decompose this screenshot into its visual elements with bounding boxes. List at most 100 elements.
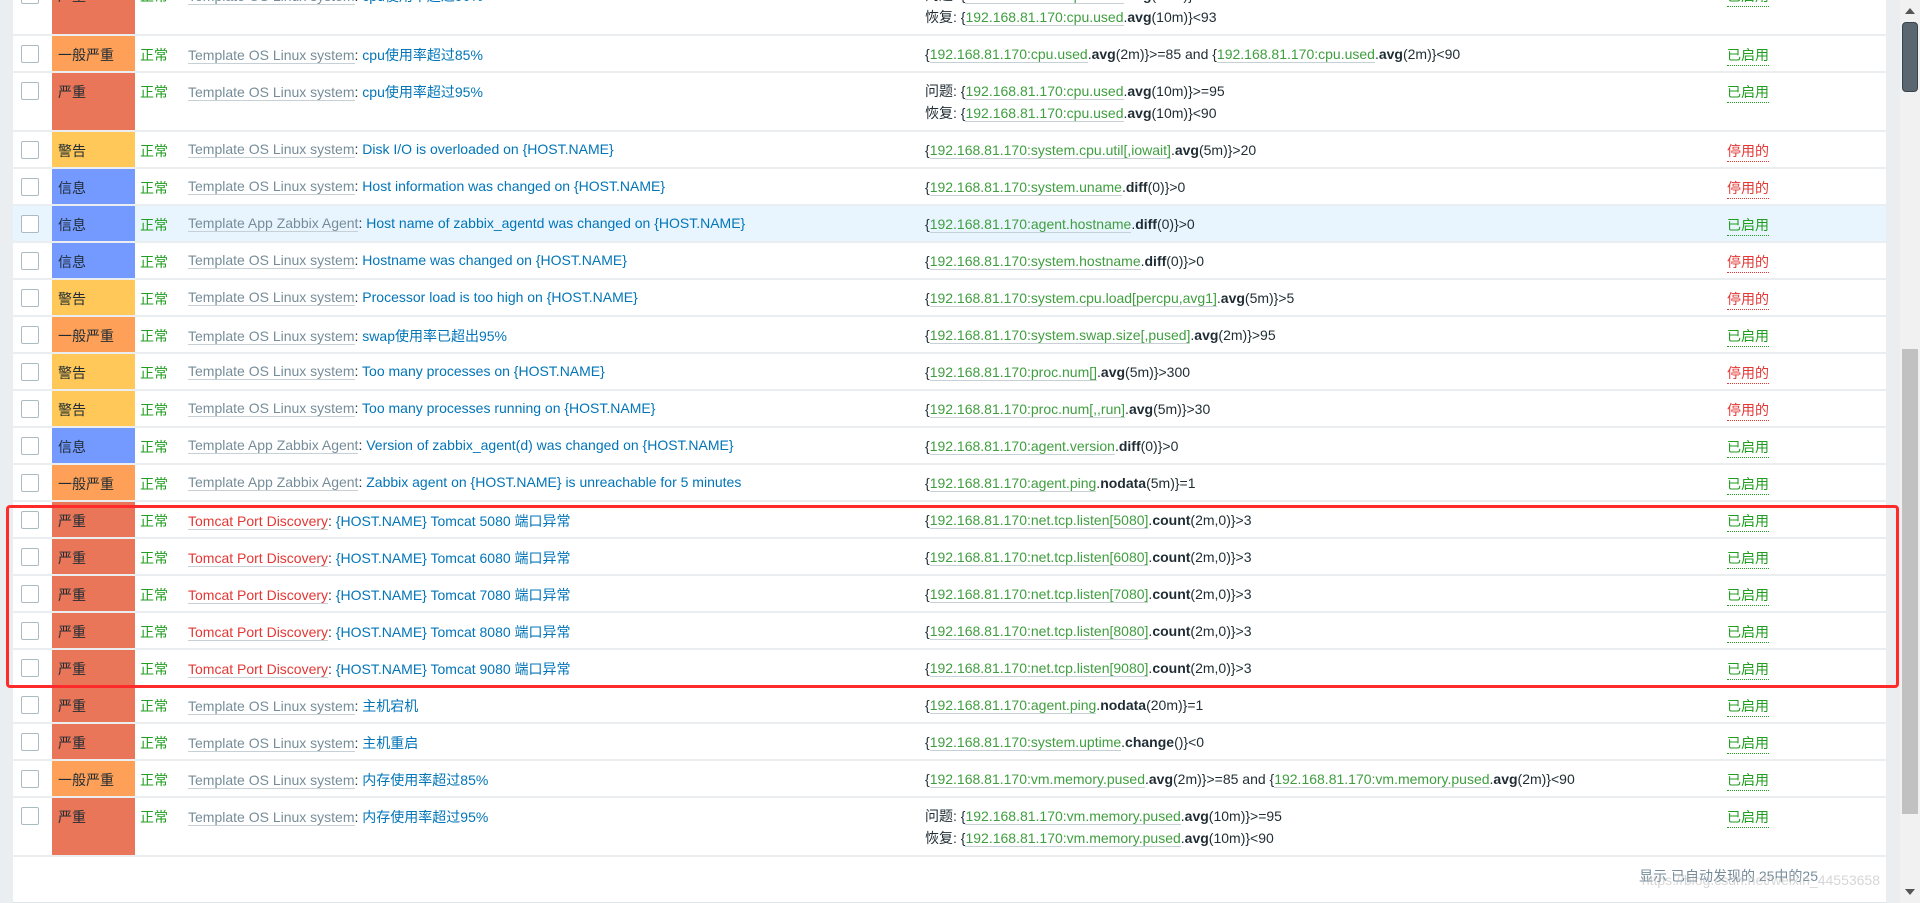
trigger-link[interactable]: {HOST.NAME} Tomcat 9080 端口异常 <box>336 661 571 677</box>
row-checkbox[interactable] <box>21 215 39 233</box>
trigger-link[interactable]: cpu使用率超过95% <box>362 84 483 100</box>
row-checkbox[interactable] <box>21 178 39 196</box>
template-link[interactable]: Template OS Linux system <box>188 363 355 380</box>
trigger-link[interactable]: Zabbix agent on {HOST.NAME} is unreachab… <box>366 474 741 490</box>
template-link[interactable]: Template OS Linux system <box>188 0 355 5</box>
status-toggle[interactable]: 已启用 <box>1727 45 1769 66</box>
template-link[interactable]: Template App Zabbix Agent <box>188 437 359 454</box>
trigger-link[interactable]: Version of zabbix_agent(d) was changed o… <box>366 437 733 453</box>
trigger-link[interactable]: {HOST.NAME} Tomcat 7080 端口异常 <box>336 587 571 603</box>
trigger-link[interactable]: Host name of zabbix_agentd was changed o… <box>366 215 745 231</box>
trigger-link[interactable]: Host information was changed on {HOST.NA… <box>362 178 665 194</box>
template-link[interactable]: Tomcat Port Discovery <box>188 513 329 530</box>
row-checkbox[interactable] <box>21 733 39 751</box>
status-toggle[interactable]: 已启用 <box>1727 437 1769 458</box>
template-link[interactable]: Tomcat Port Discovery <box>188 624 329 641</box>
item-link[interactable]: 192.168.81.170:system.cpu.load[percpu,av… <box>929 290 1217 307</box>
row-checkbox[interactable] <box>21 82 39 100</box>
status-toggle[interactable]: 已启用 <box>1727 548 1769 569</box>
status-toggle[interactable]: 已启用 <box>1727 215 1769 236</box>
trigger-link[interactable]: {HOST.NAME} Tomcat 5080 端口异常 <box>336 513 571 529</box>
status-toggle[interactable]: 已启用 <box>1727 82 1769 103</box>
template-link[interactable]: Tomcat Port Discovery <box>188 661 329 678</box>
trigger-link[interactable]: 内存使用率超过95% <box>362 809 488 825</box>
item-link[interactable]: 192.168.81.170:net.tcp.listen[7080] <box>929 586 1149 603</box>
item-link[interactable]: 192.168.81.170:cpu.used <box>965 105 1124 122</box>
status-toggle[interactable]: 已启用 <box>1727 659 1769 680</box>
item-link[interactable]: 192.168.81.170:system.uptime <box>929 734 1122 751</box>
row-checkbox[interactable] <box>21 622 39 640</box>
template-link[interactable]: Template OS Linux system <box>188 735 355 752</box>
status-toggle[interactable]: 已启用 <box>1727 474 1769 495</box>
item-link[interactable]: 192.168.81.170:net.tcp.listen[9080] <box>929 660 1149 677</box>
status-toggle[interactable]: 停用的 <box>1727 400 1769 421</box>
row-checkbox[interactable] <box>21 252 39 270</box>
row-checkbox[interactable] <box>21 474 39 492</box>
template-link[interactable]: Template OS Linux system <box>188 84 355 101</box>
status-toggle[interactable]: 已启用 <box>1727 622 1769 643</box>
row-checkbox[interactable] <box>21 400 39 418</box>
status-toggle[interactable]: 停用的 <box>1727 141 1769 162</box>
template-link[interactable]: Template OS Linux system <box>188 698 355 715</box>
template-link[interactable]: Template OS Linux system <box>188 328 355 345</box>
template-link[interactable]: Template OS Linux system <box>188 772 355 789</box>
row-checkbox[interactable] <box>21 0 39 4</box>
item-link[interactable]: 192.168.81.170:vm.memory.pused <box>965 830 1181 847</box>
status-toggle[interactable]: 停用的 <box>1727 252 1769 273</box>
scroll-down-icon[interactable] <box>1905 889 1915 895</box>
template-link[interactable]: Template OS Linux system <box>188 178 355 195</box>
trigger-link[interactable]: Too many processes running on {HOST.NAME… <box>362 400 655 416</box>
status-toggle[interactable]: 已启用 <box>1727 511 1769 532</box>
template-link[interactable]: Tomcat Port Discovery <box>188 550 329 567</box>
trigger-link[interactable]: swap使用率已超出95% <box>362 328 507 344</box>
item-link[interactable]: 192.168.81.170:proc.num[,,run] <box>929 401 1126 418</box>
row-checkbox[interactable] <box>21 696 39 714</box>
item-link[interactable]: 192.168.81.170:net.tcp.listen[5080] <box>929 512 1149 529</box>
trigger-link[interactable]: Too many processes on {HOST.NAME} <box>362 363 605 379</box>
template-link[interactable]: Template App Zabbix Agent <box>188 474 359 491</box>
item-link[interactable]: 192.168.81.170:proc.num[] <box>929 364 1098 381</box>
item-link[interactable]: 192.168.81.170:agent.ping <box>929 697 1097 714</box>
trigger-link[interactable]: {HOST.NAME} Tomcat 8080 端口异常 <box>336 624 571 640</box>
item-link[interactable]: 192.168.81.170:vm.memory.pused <box>929 771 1145 788</box>
trigger-link[interactable]: {HOST.NAME} Tomcat 6080 端口异常 <box>336 550 571 566</box>
trigger-link[interactable]: Hostname was changed on {HOST.NAME} <box>362 252 627 268</box>
scroll-up-icon[interactable] <box>1905 8 1915 14</box>
status-toggle[interactable]: 停用的 <box>1727 178 1769 199</box>
template-link[interactable]: Template OS Linux system <box>188 289 355 306</box>
trigger-link[interactable]: Disk I/O is overloaded on {HOST.NAME} <box>362 141 613 157</box>
status-toggle[interactable]: 已启用 <box>1727 696 1769 717</box>
row-checkbox[interactable] <box>21 141 39 159</box>
row-checkbox[interactable] <box>21 770 39 788</box>
row-checkbox[interactable] <box>21 326 39 344</box>
trigger-link[interactable]: cpu使用率超过90% <box>362 0 483 4</box>
row-checkbox[interactable] <box>21 437 39 455</box>
row-checkbox[interactable] <box>21 548 39 566</box>
status-toggle[interactable]: 停用的 <box>1727 289 1769 310</box>
row-checkbox[interactable] <box>21 289 39 307</box>
scrollbar[interactable] <box>1900 0 1920 903</box>
item-link[interactable]: 192.168.81.170:cpu.used <box>965 0 1124 4</box>
status-toggle[interactable]: 已启用 <box>1727 807 1769 828</box>
template-link[interactable]: Template OS Linux system <box>188 252 355 269</box>
template-link[interactable]: Template OS Linux system <box>188 400 355 417</box>
row-checkbox[interactable] <box>21 511 39 529</box>
item-link[interactable]: 192.168.81.170:net.tcp.listen[6080] <box>929 549 1149 566</box>
status-toggle[interactable]: 已启用 <box>1727 770 1769 791</box>
item-link[interactable]: 192.168.81.170:agent.hostname <box>929 216 1132 233</box>
row-checkbox[interactable] <box>21 807 39 825</box>
item-link[interactable]: 192.168.81.170:system.hostname <box>929 253 1141 270</box>
item-link[interactable]: 192.168.81.170:cpu.used <box>965 83 1124 100</box>
item-link[interactable]: 192.168.81.170:system.swap.size[,pused] <box>929 327 1191 344</box>
item-link[interactable]: 192.168.81.170:vm.memory.pused <box>965 808 1181 825</box>
item-link[interactable]: 192.168.81.170:system.cpu.util[,iowait] <box>929 142 1171 159</box>
trigger-link[interactable]: 主机重启 <box>362 735 418 751</box>
row-checkbox[interactable] <box>21 585 39 603</box>
row-checkbox[interactable] <box>21 659 39 677</box>
status-toggle[interactable]: 已启用 <box>1727 0 1769 7</box>
item-link[interactable]: 192.168.81.170:vm.memory.pused <box>1274 771 1490 788</box>
status-toggle[interactable]: 已启用 <box>1727 326 1769 347</box>
trigger-link[interactable]: cpu使用率超过85% <box>362 47 483 63</box>
template-link[interactable]: Template OS Linux system <box>188 809 355 826</box>
item-link[interactable]: 192.168.81.170:cpu.used <box>1216 46 1375 63</box>
